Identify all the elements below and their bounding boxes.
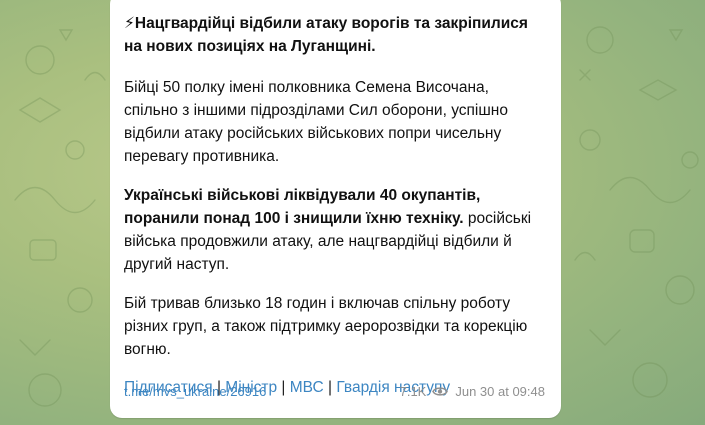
message-paragraph-3: Бій тривав близько 18 годин і включав сп… <box>124 295 528 358</box>
message-footer: t.me/mvs_ukraine/26916 7.1K Jun 30 at 09… <box>124 384 547 402</box>
paragraph-2-bold: Українські військові ліквідували 40 окуп… <box>124 187 481 227</box>
message-bubble: ⚡Нацгвардійці відбили атаку ворогів та з… <box>110 0 561 418</box>
lightning-icon: ⚡ <box>124 15 135 32</box>
message-paragraph-2: Українські військові ліквідували 40 окуп… <box>124 184 547 276</box>
headline-text: Нацгвардійці відбили атаку ворогів та за… <box>124 15 528 55</box>
message-timestamp: Jun 30 at 09:48 <box>455 384 545 399</box>
message-headline: ⚡Нацгвардійці відбили атаку ворогів та з… <box>124 12 547 58</box>
eye-icon <box>432 387 449 396</box>
view-count: 7.1K <box>399 384 427 399</box>
message-meta: 7.1K Jun 30 at 09:48 <box>400 384 545 399</box>
source-link[interactable]: t.me/mvs_ukraine/26916 <box>124 384 266 399</box>
message-paragraph-1: Бійці 50 полку імені полковника Семена В… <box>124 79 508 165</box>
